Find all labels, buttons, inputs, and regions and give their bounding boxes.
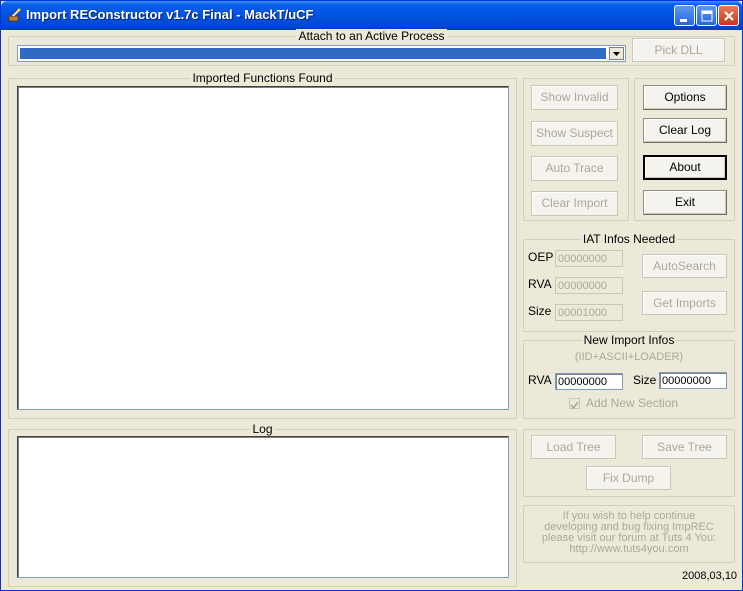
exit-label: Exit (674, 195, 695, 209)
new-import-size-label: Size (633, 373, 657, 387)
get-imports-label: Get Imports (653, 296, 716, 310)
options-button[interactable]: Options (643, 85, 727, 110)
new-import-legend: New Import Infos (581, 333, 677, 347)
dropdown-arrow-button[interactable] (609, 47, 624, 60)
log-legend: Log (250, 422, 275, 436)
save-tree-button[interactable]: Save Tree (642, 435, 727, 459)
process-dropdown[interactable] (17, 45, 626, 62)
attach-legend: Attach to an Active Process (296, 29, 447, 43)
iat-size-field[interactable]: 00001000 (555, 304, 623, 321)
maximize-icon (701, 10, 713, 22)
load-tree-label: Load Tree (546, 440, 601, 454)
log-area[interactable] (17, 436, 509, 578)
app-icon (7, 7, 23, 23)
minimize-button[interactable] (674, 5, 695, 26)
get-imports-button[interactable]: Get Imports (642, 291, 727, 315)
show-suspect-button[interactable]: Show Suspect (531, 121, 618, 146)
clear-import-label: Clear Import (541, 196, 608, 210)
imported-functions-legend: Imported Functions Found (190, 71, 335, 85)
info-line-4: http://www.tuts4you.com (569, 543, 689, 555)
iat-legend: IAT Infos Needed (580, 232, 678, 246)
autosearch-label: AutoSearch (653, 259, 716, 273)
version-date: 2008,03,10 (682, 570, 738, 582)
about-button[interactable]: About (643, 155, 727, 180)
about-label: About (669, 160, 701, 174)
show-invalid-label: Show Invalid (540, 90, 609, 104)
main-window: Import REConstructor v1.7c Final - MackT… (0, 0, 743, 591)
window-title: Import REConstructor v1.7c Final - MackT… (26, 7, 314, 22)
close-icon (724, 11, 734, 21)
show-suspect-label: Show Suspect (536, 126, 613, 140)
minimize-icon (680, 19, 687, 22)
load-tree-button[interactable]: Load Tree (531, 435, 616, 459)
exit-button[interactable]: Exit (643, 190, 727, 215)
new-import-rva-field[interactable]: 00000000 (555, 373, 623, 390)
new-import-size-field[interactable]: 00000000 (659, 372, 727, 389)
process-selection (20, 48, 606, 59)
iat-size-label: Size (528, 304, 552, 318)
pick-dll-button[interactable]: Pick DLL (632, 38, 725, 62)
clear-import-button[interactable]: Clear Import (531, 191, 618, 216)
auto-trace-label: Auto Trace (545, 161, 604, 175)
autosearch-button[interactable]: AutoSearch (642, 254, 727, 278)
chevron-down-icon (613, 52, 620, 56)
auto-trace-button[interactable]: Auto Trace (531, 156, 618, 181)
iat-rva-field[interactable]: 00000000 (555, 277, 623, 294)
oep-label: OEP (528, 250, 554, 264)
pick-dll-label: Pick DLL (654, 43, 703, 57)
fix-dump-label: Fix Dump (602, 471, 655, 485)
options-label: Options (664, 90, 706, 104)
iat-rva-label: RVA (528, 277, 552, 291)
new-import-rva-label: RVA (528, 373, 552, 387)
title-bar[interactable]: Import REConstructor v1.7c Final - MackT… (1, 1, 742, 30)
oep-field[interactable]: 00000000 (555, 250, 623, 267)
maximize-button[interactable] (696, 5, 717, 26)
close-button[interactable] (718, 5, 739, 26)
add-section-checkbox[interactable] (569, 398, 580, 410)
new-import-subtitle: (IID+ASCII+LOADER) (574, 351, 684, 363)
fix-dump-button[interactable]: Fix Dump (586, 466, 671, 490)
add-section-label: Add New Section (586, 396, 679, 410)
check-icon (570, 401, 579, 410)
show-invalid-button[interactable]: Show Invalid (531, 85, 618, 110)
save-tree-label: Save Tree (657, 440, 712, 454)
clear-log-button[interactable]: Clear Log (643, 118, 727, 143)
clear-log-label: Clear Log (658, 123, 712, 137)
imported-functions-tree[interactable] (17, 86, 509, 410)
